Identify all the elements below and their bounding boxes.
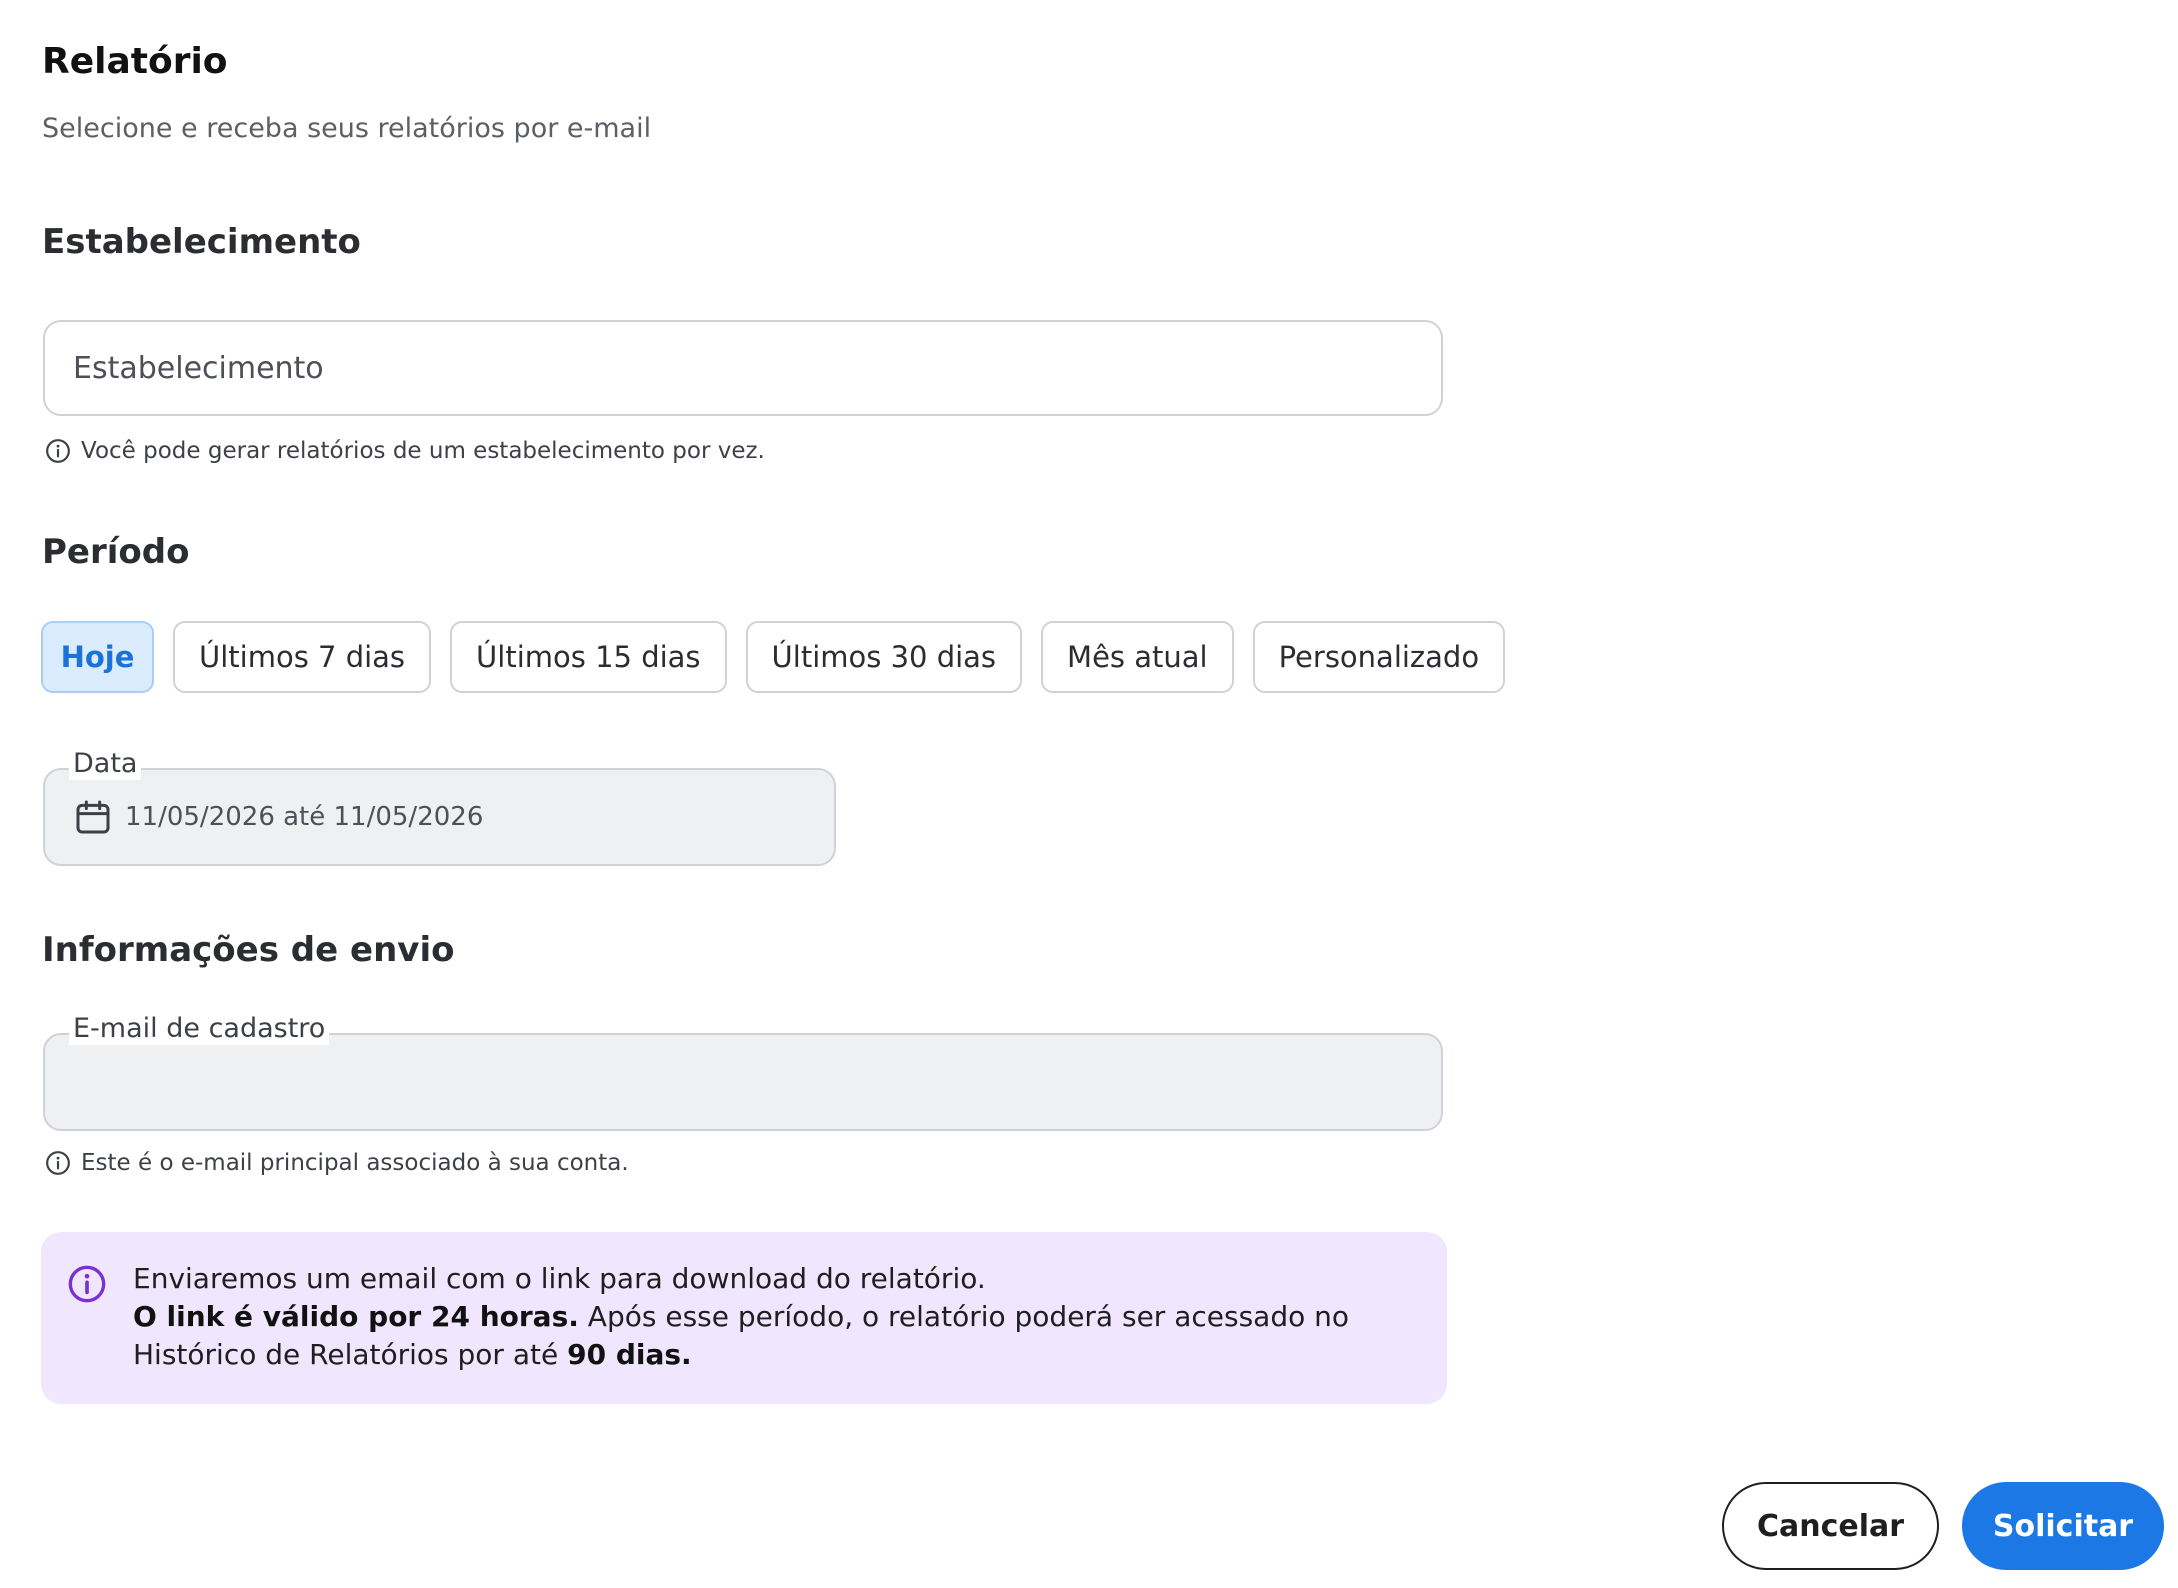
period-section-title: Período: [42, 532, 190, 572]
period-option-current-month[interactable]: Mês atual: [1041, 621, 1234, 693]
page-subtitle: Selecione e receba seus relatórios por e…: [42, 113, 652, 144]
establishment-section-title: Estabelecimento: [42, 222, 361, 262]
notice-bold-validity: O link é válido por 24 horas.: [133, 1300, 579, 1333]
date-range-value: 11/05/2026 até 11/05/2026: [125, 802, 484, 832]
submit-button[interactable]: Solicitar: [1962, 1482, 2164, 1570]
delivery-section-title: Informações de envio: [42, 930, 455, 970]
email-hint-text: Este é o e-mail principal associado à su…: [81, 1150, 629, 1176]
info-notice: Enviaremos um email com o link para down…: [41, 1232, 1447, 1404]
notice-bold-days: 90 dias.: [567, 1338, 692, 1371]
date-range-field[interactable]: Data 11/05/2026 até 11/05/2026: [43, 748, 836, 866]
period-option-last-15-days[interactable]: Últimos 15 dias: [450, 621, 727, 693]
period-option-last-7-days[interactable]: Últimos 7 dias: [173, 621, 432, 693]
info-circle-icon: [46, 439, 70, 463]
period-option-custom[interactable]: Personalizado: [1252, 621, 1506, 693]
info-circle-icon: [46, 1151, 70, 1175]
cancel-button[interactable]: Cancelar: [1722, 1482, 1939, 1570]
period-option-last-30-days[interactable]: Últimos 30 dias: [745, 621, 1023, 693]
period-options: Hoje Últimos 7 dias Últimos 15 dias Últi…: [41, 621, 1506, 693]
establishment-hint-text: Você pode gerar relatórios de um estabel…: [81, 438, 765, 464]
calendar-icon: [76, 800, 110, 834]
notice-text: Enviaremos um email com o link para down…: [133, 1260, 1423, 1374]
email-hint: Este é o e-mail principal associado à su…: [45, 1150, 629, 1176]
establishment-hint: Você pode gerar relatórios de um estabel…: [45, 438, 765, 464]
page-title: Relatório: [42, 41, 228, 82]
establishment-input[interactable]: [45, 322, 1441, 414]
period-option-today[interactable]: Hoje: [41, 621, 154, 693]
email-field[interactable]: E-mail de cadastro: [43, 1013, 1443, 1131]
email-field-label: E-mail de cadastro: [69, 1013, 330, 1046]
notice-line-1: Enviaremos um email com o link para down…: [133, 1262, 986, 1295]
date-range-display: 11/05/2026 até 11/05/2026: [73, 770, 483, 864]
info-circle-icon: [68, 1265, 106, 1303]
establishment-field[interactable]: [43, 320, 1443, 416]
